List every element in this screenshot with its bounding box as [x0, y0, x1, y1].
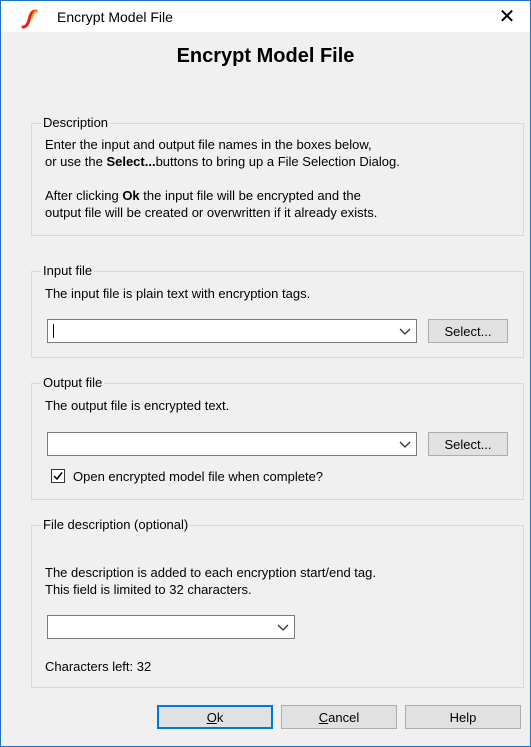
description-legend: Description: [41, 115, 111, 130]
input-file-combobox[interactable]: [47, 319, 417, 343]
title-bar: Encrypt Model File ✕: [1, 1, 530, 32]
close-icon: ✕: [498, 6, 516, 28]
input-file-group: Input file The input file is plain text …: [31, 263, 524, 358]
file-description-field[interactable]: [48, 616, 272, 638]
input-file-help-text: The input file is plain text with encryp…: [45, 286, 311, 301]
ok-button[interactable]: Ok: [157, 705, 273, 729]
output-file-group: Output file The output file is encrypted…: [31, 375, 524, 500]
file-description-line-2: This field is limited to 32 characters.: [45, 582, 252, 597]
file-description-line-1: The description is added to each encrypt…: [45, 565, 376, 580]
description-line-3: After clicking Ok the input file will be…: [45, 188, 361, 203]
output-file-help-text: The output file is encrypted text.: [45, 398, 230, 413]
window-title: Encrypt Model File: [57, 9, 173, 25]
open-encrypted-checkbox[interactable]: [51, 469, 65, 483]
description-line-4: output file will be created or overwritt…: [45, 205, 378, 220]
text-cursor: [53, 324, 54, 338]
description-line-2: or use the Select...buttons to bring up …: [45, 154, 400, 169]
chevron-down-icon[interactable]: [399, 326, 411, 336]
encrypt-model-file-dialog: Encrypt Model File ✕ Encrypt Model File …: [0, 0, 531, 747]
output-file-legend: Output file: [41, 375, 105, 390]
chevron-down-icon[interactable]: [277, 622, 289, 632]
close-button[interactable]: ✕: [484, 1, 530, 32]
open-encrypted-label[interactable]: Open encrypted model file when complete?: [73, 468, 323, 485]
input-file-select-button[interactable]: Select...: [428, 319, 508, 343]
checkmark-icon: [53, 472, 63, 481]
dialog-heading: Encrypt Model File: [176, 45, 355, 67]
file-description-legend: File description (optional): [41, 517, 191, 532]
output-file-combobox[interactable]: [47, 432, 417, 456]
spice-s-icon: [21, 9, 41, 29]
file-description-combobox[interactable]: [47, 615, 295, 639]
input-file-field[interactable]: [48, 320, 394, 342]
file-description-group: File description (optional) The descript…: [31, 517, 524, 688]
input-file-legend: Input file: [41, 263, 95, 278]
output-file-select-button[interactable]: Select...: [428, 432, 508, 456]
description-line-1: Enter the input and output file names in…: [45, 137, 372, 152]
help-button[interactable]: Help: [405, 705, 521, 729]
characters-left-text: Characters left: 32: [45, 659, 152, 674]
description-group: Description Enter the input and output f…: [31, 115, 524, 236]
chevron-down-icon[interactable]: [399, 439, 411, 449]
output-file-field[interactable]: [48, 433, 394, 455]
cancel-button[interactable]: Cancel: [281, 705, 397, 729]
